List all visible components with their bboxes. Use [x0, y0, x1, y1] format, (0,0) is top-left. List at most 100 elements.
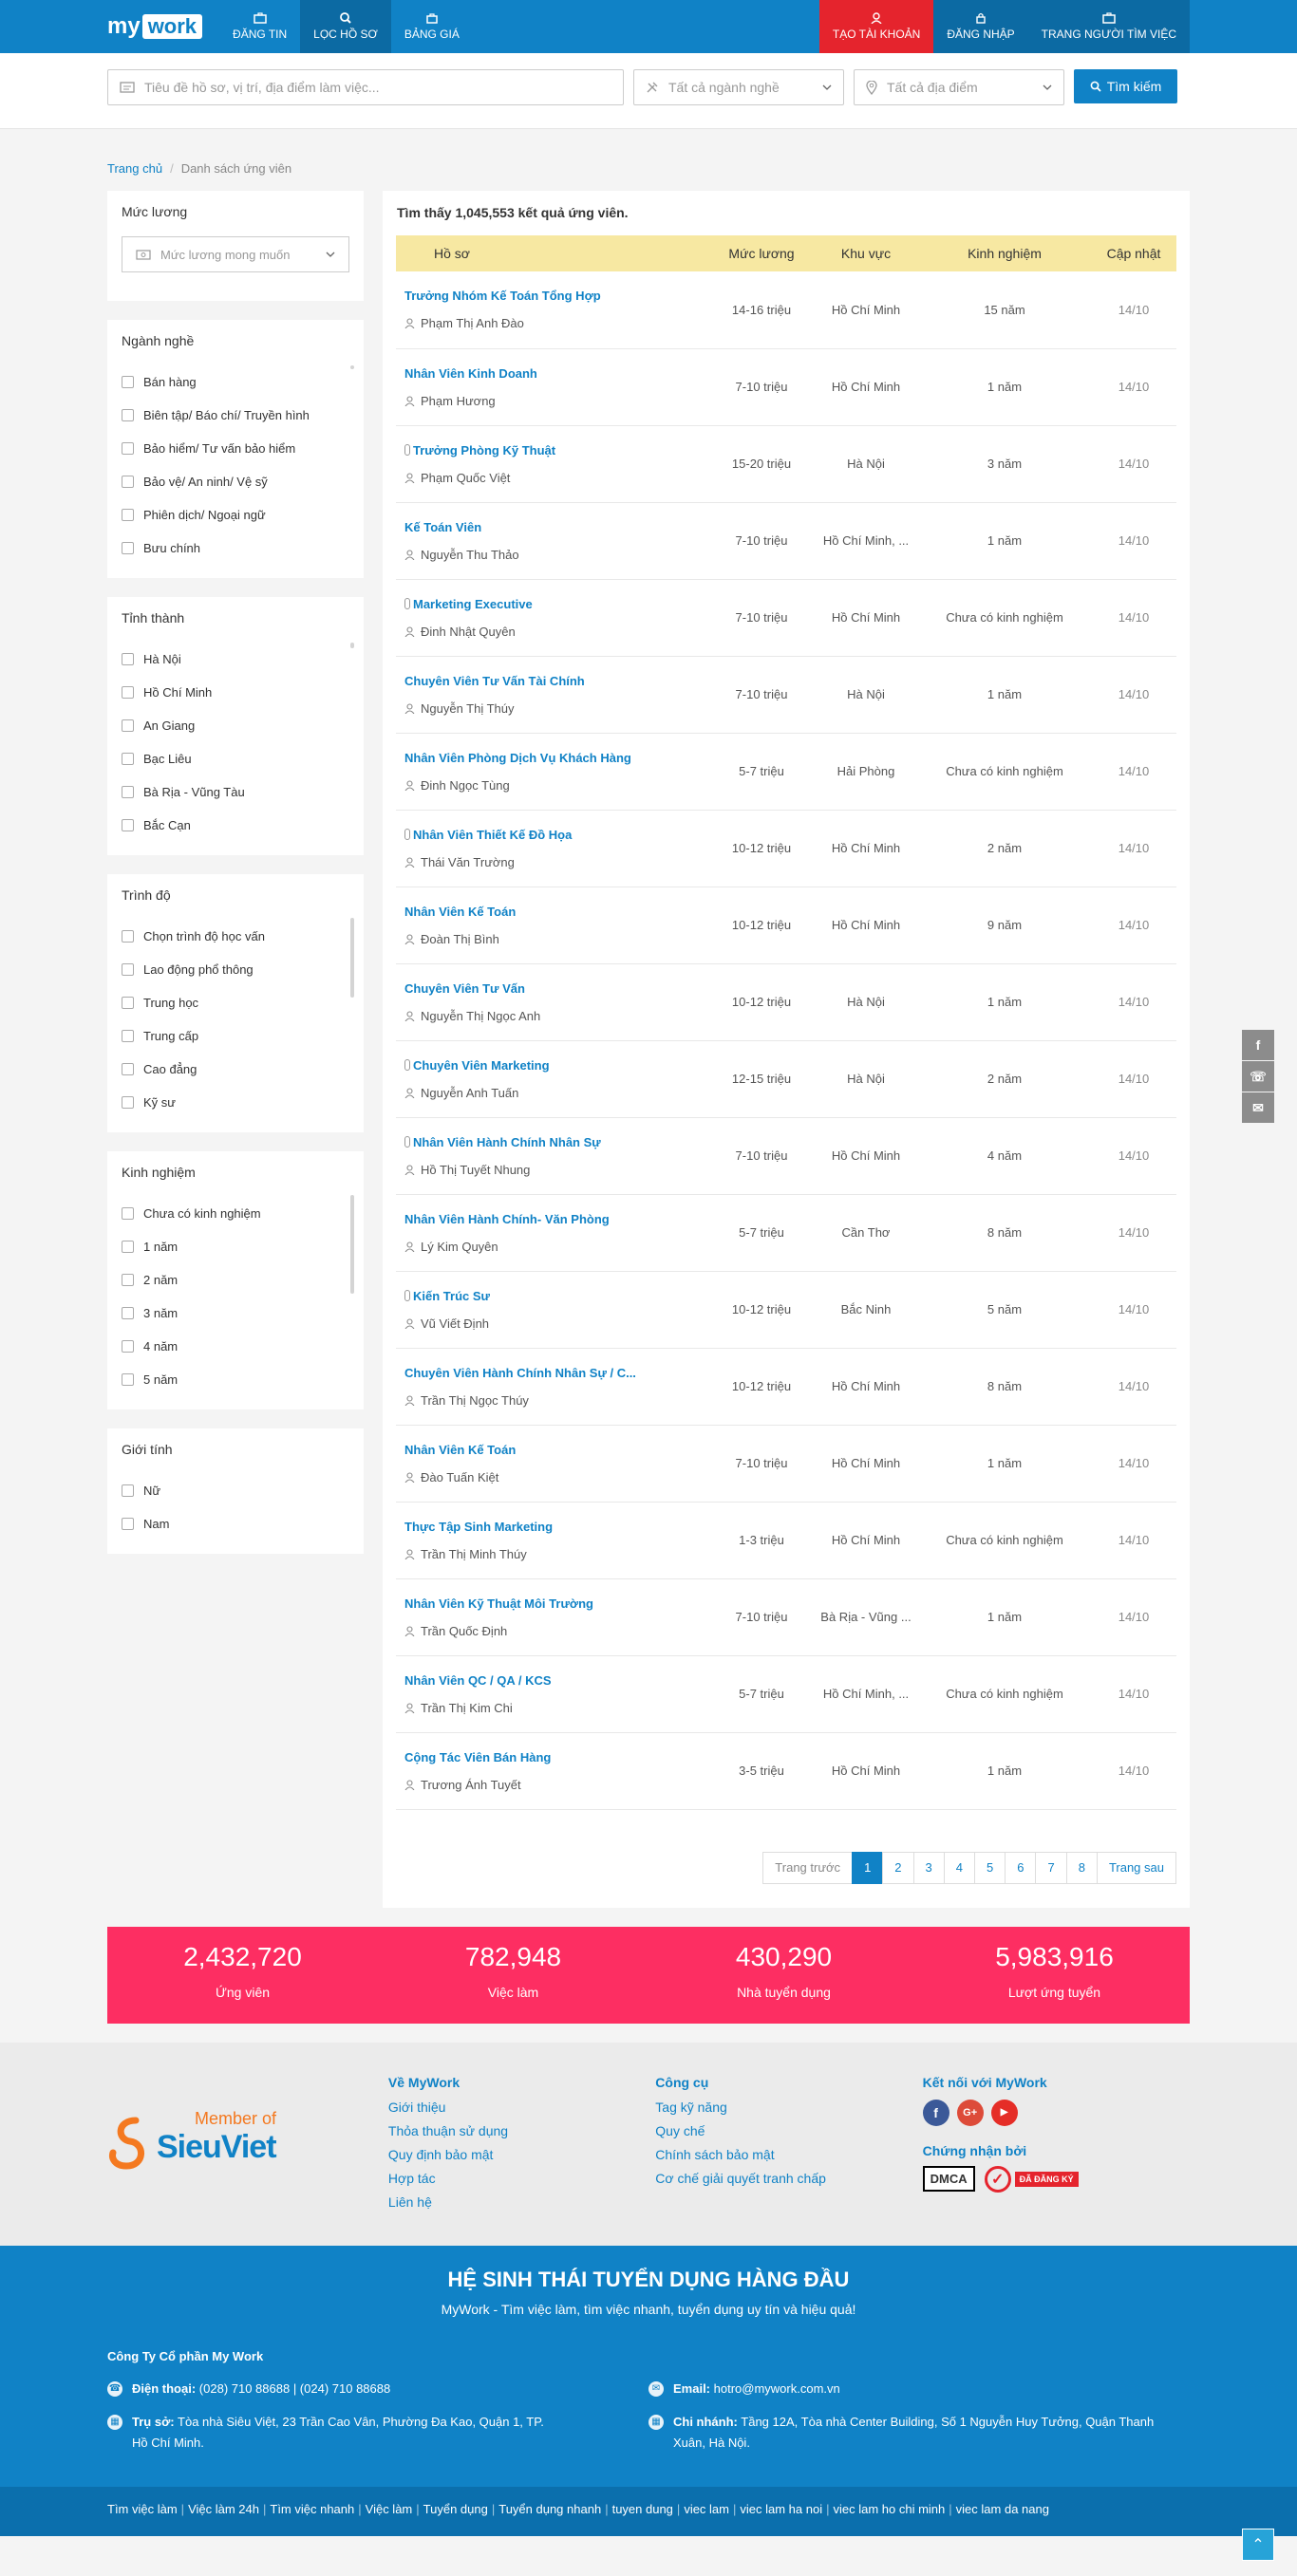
footer-link[interactable]: Chính sách bảo mật: [655, 2143, 922, 2167]
filter-option[interactable]: Kỹ sư: [122, 1086, 349, 1119]
industry-select[interactable]: Tất cả ngành nghề: [633, 69, 844, 105]
filter-option[interactable]: 3 năm: [122, 1297, 349, 1330]
filter-option[interactable]: Bà Rịa - Vũng Tàu: [122, 775, 349, 809]
checkbox[interactable]: [122, 1063, 134, 1075]
filter-option[interactable]: Bưu chính: [122, 532, 349, 565]
facebook-icon[interactable]: f: [922, 2099, 949, 2126]
checkbox[interactable]: [122, 819, 134, 831]
filter-option[interactable]: 1 năm: [122, 1230, 349, 1263]
registered-badge[interactable]: ✓ ĐÃ ĐĂNG KÝ: [984, 2165, 1079, 2193]
page-button[interactable]: 3: [912, 1851, 945, 1884]
phone-icon[interactable]: ☏: [1242, 1061, 1274, 1092]
filter-option[interactable]: Bảo hiểm/ Tư vấn bảo hiểm: [122, 432, 349, 465]
filter-option[interactable]: 5 năm: [122, 1363, 349, 1396]
filter-option[interactable]: Trung cấp: [122, 1019, 349, 1053]
seo-link[interactable]: viec lam ho chi minh: [834, 2502, 946, 2516]
cv-title-link[interactable]: Trưởng Nhóm Kế Toán Tổng Hợp: [404, 289, 709, 303]
keyword-search-input[interactable]: Tiêu đề hồ sơ, vị trí, địa điểm làm việc…: [107, 69, 624, 105]
level-scrollbar[interactable]: [350, 918, 354, 998]
page-button[interactable]: 2: [882, 1851, 914, 1884]
checkbox[interactable]: [122, 1207, 134, 1220]
industry-scrollbar[interactable]: [350, 365, 354, 369]
checkbox[interactable]: [122, 1030, 134, 1042]
filter-option[interactable]: Lao động phổ thông: [122, 953, 349, 986]
checkbox[interactable]: [122, 1241, 134, 1253]
cv-title-link[interactable]: Nhân Viên Kế Toán: [404, 1443, 709, 1457]
filter-option[interactable]: Hồ Chí Minh: [122, 676, 349, 709]
next-page-button[interactable]: Trang sau: [1096, 1851, 1176, 1884]
page-button[interactable]: 6: [1005, 1851, 1037, 1884]
breadcrumb-home[interactable]: Trang chủ: [107, 161, 162, 176]
checkbox[interactable]: [122, 542, 134, 554]
checkbox[interactable]: [122, 1274, 134, 1286]
google-plus-icon[interactable]: G+: [956, 2099, 984, 2126]
cv-title-link[interactable]: Kiến Trúc Sư: [404, 1289, 709, 1303]
filter-option[interactable]: 2 năm: [122, 1263, 349, 1297]
checkbox[interactable]: [122, 1096, 134, 1109]
filter-option[interactable]: Hà Nội: [122, 643, 349, 676]
checkbox[interactable]: [122, 509, 134, 521]
filter-option[interactable]: Phiên dịch/ Ngoại ngữ: [122, 498, 349, 532]
footer-link[interactable]: Tag kỹ năng: [655, 2096, 922, 2119]
filter-option[interactable]: Nam: [122, 1507, 349, 1540]
checkbox[interactable]: [122, 409, 134, 421]
seo-link[interactable]: viec lam: [684, 2502, 729, 2516]
footer-link[interactable]: Quy định bảo mật: [388, 2143, 655, 2167]
filter-option[interactable]: Trung học: [122, 986, 349, 1019]
page-button[interactable]: 5: [974, 1851, 1006, 1884]
checkbox[interactable]: [122, 653, 134, 665]
email-value[interactable]: hotro@mywork.com.vn: [714, 2381, 840, 2396]
checkbox[interactable]: [122, 719, 134, 732]
footer-link[interactable]: Liên hệ: [388, 2191, 655, 2214]
checkbox[interactable]: [122, 786, 134, 798]
cv-title-link[interactable]: Nhân Viên Hành Chính Nhân Sự: [404, 1135, 709, 1149]
checkbox[interactable]: [122, 963, 134, 976]
experience-scrollbar[interactable]: [350, 1195, 354, 1294]
filter-option[interactable]: Bán hàng: [122, 365, 349, 399]
page-button[interactable]: 1: [852, 1851, 884, 1884]
cv-title-link[interactable]: Chuyên Viên Marketing: [404, 1058, 709, 1073]
cv-title-link[interactable]: Nhân Viên Kỹ Thuật Môi Trường: [404, 1596, 709, 1611]
cv-title-link[interactable]: Marketing Executive: [404, 597, 709, 611]
checkbox[interactable]: [122, 376, 134, 388]
checkbox[interactable]: [122, 1340, 134, 1353]
jobseeker-page-button[interactable]: TRANG NGƯỜI TÌM VIỆC: [1027, 0, 1190, 53]
cv-title-link[interactable]: Nhân Viên Thiết Kế Đồ Họa: [404, 828, 709, 842]
cv-title-link[interactable]: Nhân Viên QC / QA / KCS: [404, 1673, 709, 1688]
cv-title-link[interactable]: Cộng Tác Viên Bán Hàng: [404, 1750, 709, 1764]
filter-option[interactable]: Chọn trình độ học vấn: [122, 920, 349, 953]
cv-title-link[interactable]: Nhân Viên Kinh Doanh: [404, 366, 709, 381]
filter-option[interactable]: Biên tập/ Báo chí/ Truyền hình: [122, 399, 349, 432]
footer-link[interactable]: Hợp tác: [388, 2167, 655, 2191]
checkbox[interactable]: [122, 1484, 134, 1497]
filter-option[interactable]: 4 năm: [122, 1330, 349, 1363]
filter-option[interactable]: Chưa có kinh nghiệm: [122, 1197, 349, 1230]
checkbox[interactable]: [122, 997, 134, 1009]
checkbox[interactable]: [122, 476, 134, 488]
footer-link[interactable]: Quy chế: [655, 2119, 922, 2143]
dmca-badge[interactable]: DMCA: [922, 2166, 975, 2192]
checkbox[interactable]: [122, 930, 134, 943]
cv-title-link[interactable]: Kế Toán Viên: [404, 520, 709, 534]
search-button[interactable]: Tìm kiếm: [1074, 69, 1177, 103]
nav-post-job[interactable]: ĐĂNG TIN: [219, 0, 300, 53]
footer-link[interactable]: Giới thiệu: [388, 2096, 655, 2119]
cv-title-link[interactable]: Chuyên Viên Hành Chính Nhân Sự / C...: [404, 1366, 709, 1380]
cv-title-link[interactable]: Nhân Viên Hành Chính- Văn Phòng: [404, 1212, 709, 1226]
salary-select[interactable]: Mức lương mong muốn: [122, 236, 349, 272]
prev-page-button[interactable]: Trang trước: [762, 1851, 854, 1884]
youtube-icon[interactable]: ▶: [990, 2099, 1018, 2126]
cv-title-link[interactable]: Chuyên Viên Tư Vấn Tài Chính: [404, 674, 709, 688]
seo-link[interactable]: Việc làm 24h: [188, 2502, 259, 2516]
page-button[interactable]: 7: [1035, 1851, 1067, 1884]
filter-option[interactable]: Bắc Cạn: [122, 809, 349, 842]
seo-link[interactable]: Tuyển dụng nhanh: [498, 2502, 601, 2516]
back-to-top-button[interactable]: ⌃: [1242, 2529, 1274, 2561]
nav-filter-cv[interactable]: LỌC HỒ SƠ: [300, 0, 391, 53]
seo-link[interactable]: tuyen dung: [612, 2502, 673, 2516]
filter-option[interactable]: An Giang: [122, 709, 349, 742]
seo-link[interactable]: Tìm việc làm: [107, 2502, 178, 2516]
mywork-logo[interactable]: my work: [107, 0, 203, 53]
checkbox[interactable]: [122, 753, 134, 765]
filter-option[interactable]: Bạc Liêu: [122, 742, 349, 775]
